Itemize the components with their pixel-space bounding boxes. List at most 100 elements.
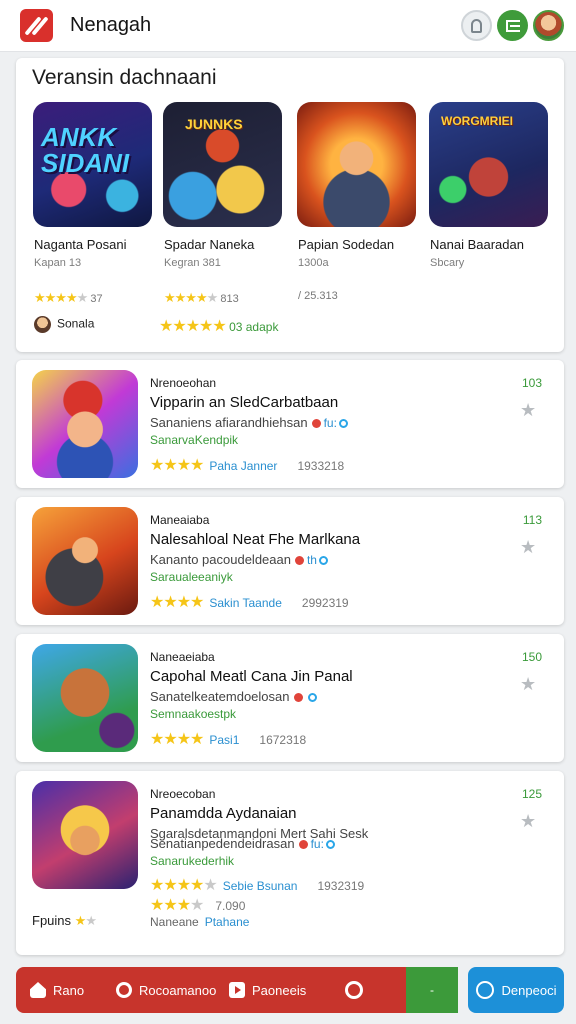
item-developer: Sanatelkeatemdoelosan — [150, 689, 317, 704]
play-icon — [229, 982, 245, 998]
item-genre: SanarvaKendpik — [150, 433, 239, 447]
wishlist-star-icon[interactable]: ★ — [520, 811, 542, 831]
star-rating-icon: ★★★★★ — [159, 318, 227, 335]
wishlist-star-icon[interactable]: ★ — [520, 537, 542, 557]
app-logo-icon[interactable] — [20, 9, 53, 42]
star-rating-icon: ★★★★★ — [34, 290, 88, 305]
item-name: Capohal Meatl Cana Jin Panal — [150, 668, 353, 685]
game-art-image[interactable]: JUNNKS — [163, 102, 282, 227]
item-name: Vipparin an SledCarbatbaan — [150, 394, 339, 411]
item-genre: Saraualeeaniyk — [150, 570, 233, 584]
item-price: 125 — [521, 787, 542, 801]
nav-center-button[interactable]: - — [406, 967, 458, 1013]
tile-sub: Kegran 381 — [164, 257, 221, 269]
featured-rating: ★★★★★ 03 adapk — [159, 318, 279, 335]
item-genre: Sanarukederhik — [150, 854, 235, 868]
library-icon[interactable] — [497, 10, 528, 41]
featured-author[interactable]: Sonala — [34, 316, 94, 333]
tile-rating: / 25.313 — [298, 290, 338, 302]
nav-recommended[interactable]: Rocoamanoo — [116, 982, 229, 998]
featured-section: Veransin dachnaani ANKK SIDANI Naganta P… — [16, 58, 564, 352]
game-art-image[interactable]: WORGMRIEI — [429, 102, 548, 227]
tile-sub: Kapan 13 — [34, 257, 82, 269]
item-price: 150 — [521, 650, 542, 664]
list-item[interactable]: Maneaiaba Nalesahloal Neat Fhe Marlkana … — [16, 497, 564, 625]
user-avatar[interactable] — [533, 10, 564, 41]
wishlist-star-icon[interactable]: ★ — [520, 400, 542, 420]
nav-home[interactable]: Rano — [30, 982, 116, 998]
game-icon[interactable] — [32, 644, 138, 752]
nav-favorites[interactable] — [345, 981, 370, 999]
bottom-nav: Rano Rocoamanoo Paoneeis - Denpeoci — [16, 967, 564, 1013]
tile-rating: ★★★★★ 37 — [34, 290, 103, 305]
nav-premium[interactable]: Paoneeis — [229, 982, 345, 998]
item-genre: Semnaakoestpk — [150, 707, 237, 721]
item-price: 113 — [522, 513, 542, 527]
game-art-text: ANKK SIDANI — [41, 122, 130, 178]
star-rating-icon: ★★ — [74, 913, 97, 928]
game-art-image[interactable] — [297, 102, 416, 227]
game-icon[interactable] — [32, 781, 138, 889]
item-name: Panamdda Aydanaian — [150, 805, 297, 822]
item-rating-secondary: ★★★★ 7.090 — [150, 897, 246, 914]
verified-icon — [293, 693, 303, 703]
item-developer: Sananiens afiarandhiehsan fu: — [150, 415, 348, 430]
tile-sub: Sbcary — [430, 257, 465, 269]
list-item[interactable]: Nrenoeohan Vipparin an SledCarbatbaan Sa… — [16, 360, 564, 488]
list-item[interactable]: Naneaeiaba Capohal Meatl Cana Jin Panal … — [16, 634, 564, 762]
featured-tile[interactable]: WORGMRIEI Nanai Baaradan Sbcary — [429, 102, 549, 269]
item-footer-label: Fpuins ★★ — [32, 913, 97, 928]
home-icon — [30, 982, 46, 998]
star-rating-icon: ★★★★ — [150, 594, 204, 611]
featured-tile[interactable]: Papian Sodedan 1300a / 25.313 — [297, 102, 417, 302]
item-category: Maneaiaba — [150, 513, 210, 527]
item-developer-secondary: Senatianpedendeidrasan fu: — [150, 836, 335, 851]
star-rating-icon: ★★★★ — [150, 897, 204, 914]
verified-icon — [311, 419, 321, 429]
info-icon — [325, 840, 335, 850]
item-rating: ★★★★ Pasi1 1672318 — [150, 731, 307, 748]
author-avatar-icon — [34, 316, 51, 333]
info-icon — [338, 419, 348, 429]
app-title: Nenagah — [70, 14, 152, 36]
tile-name: Spadar Naneka — [164, 237, 255, 252]
game-art-text: WORGMRIEI — [441, 114, 513, 128]
featured-tile[interactable]: JUNNKS Spadar Naneka Kegran 381 ★★★★★ 81… — [163, 102, 283, 305]
chat-icon — [475, 981, 494, 999]
item-rating: ★★★★★ Sebie Bsunan 1932319 — [150, 877, 365, 894]
wishlist-star-icon[interactable]: ★ — [520, 674, 542, 694]
compass-icon — [116, 982, 132, 998]
game-art-text: JUNNKS — [185, 116, 243, 132]
item-developer: Kananto pacoudeldeaan th — [150, 552, 328, 567]
tile-name: Nanai Baaradan — [430, 237, 524, 252]
tile-name: Papian Sodedan — [298, 237, 395, 252]
game-art-image[interactable]: ANKK SIDANI — [33, 102, 152, 227]
bottom-nav-primary: Rano Rocoamanoo Paoneeis — [16, 967, 406, 1013]
app-header: Nenagah — [0, 0, 576, 52]
item-footer-link[interactable]: Ptahane — [205, 915, 250, 929]
game-icon[interactable] — [32, 507, 138, 615]
game-icon[interactable] — [32, 370, 138, 478]
item-category: Nrenoeohan — [150, 376, 217, 390]
star-rating-icon: ★★★★ — [150, 731, 204, 748]
info-icon — [307, 693, 317, 703]
tile-rating: ★★★★★ 813 — [164, 290, 239, 305]
heart-icon — [345, 981, 363, 999]
verified-icon — [294, 556, 304, 566]
featured-title: Veransin dachnaani — [32, 66, 217, 89]
connect-button[interactable]: Denpeoci — [468, 967, 564, 1013]
verified-icon — [298, 840, 308, 850]
header-actions — [461, 10, 564, 41]
item-category: Naneaeiaba — [150, 650, 215, 664]
tile-sub: 1300a — [298, 257, 329, 269]
item-rating: ★★★★ Paha Janner 1933218 — [150, 457, 345, 474]
item-name: Nalesahloal Neat Fhe Marlkana — [150, 531, 361, 548]
star-rating-icon: ★★★★★ — [164, 290, 218, 305]
featured-tile[interactable]: ANKK SIDANI Naganta Posani Kapan 13 ★★★★… — [33, 102, 153, 305]
item-category: Nreoecoban — [150, 787, 216, 801]
star-rating-icon: ★★★★★ — [150, 877, 218, 894]
item-footer-meta: Naneane Ptahane — [150, 915, 250, 929]
notification-icon[interactable] — [461, 10, 492, 41]
list-item[interactable]: Nreoecoban Panamdda Aydanaian Sgaralsdet… — [16, 771, 564, 955]
tile-name: Naganta Posani — [34, 237, 127, 252]
